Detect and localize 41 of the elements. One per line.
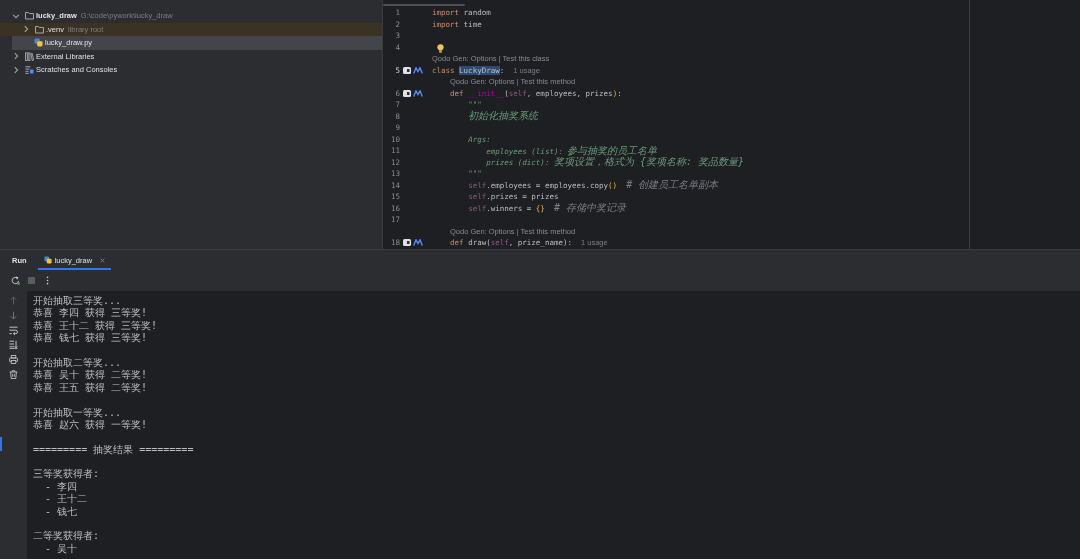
console-line: - 钱七 [44,505,79,519]
bookshelf-icon [25,51,34,61]
zigzag-icon[interactable] [413,89,423,97]
console-line: 开始抽取一等奖... [33,406,123,419]
printer-icon[interactable] [9,355,18,365]
chevron-icon[interactable] [12,65,20,74]
focus-marker [0,437,2,451]
console-line: 开始抽取三等奖... [33,295,123,307]
console-line: 恭喜 钱七 获得 三等奖! [33,332,149,345]
scrollbar-thumb[interactable] [383,4,465,6]
console-line: 恭喜 赵六 获得 一等奖! [33,418,149,432]
chevron-icon[interactable] [12,11,20,20]
chevron-icon[interactable] [22,25,30,34]
rerun-icon[interactable] [11,276,20,285]
zigzag-icon[interactable] [413,66,423,74]
code-line: 初始化抽奖系统 [467,110,539,123]
down-arrow-icon[interactable] [9,310,18,320]
list-icon [25,65,34,75]
card-icon[interactable] [403,239,411,247]
trash-icon[interactable] [9,370,18,379]
zigzag-icon[interactable] [413,239,423,247]
console-line: - 李四 [44,480,79,494]
console-line: 恭喜 吴十 获得 二等奖! [33,369,149,382]
python-icon [43,256,52,264]
console-line: 恭喜 李四 获得 三等奖! [33,307,149,320]
card-icon[interactable] [403,89,411,97]
console-line: 二等奖获得者: [33,530,101,543]
close-icon[interactable] [100,257,106,263]
lightbulb-icon[interactable] [437,44,444,53]
console-line: 开始抽取二等奖... [33,356,123,369]
console-line: ========= 抽奖结果 ========= [33,443,195,457]
console-line: - 吴十 [44,542,79,556]
wrap-icon[interactable] [9,325,18,335]
console-line: 恭喜 王五 获得 二等奖! [33,381,149,395]
scroll-to-end-icon[interactable] [9,340,18,350]
chevron-icon[interactable] [12,52,20,61]
card-icon[interactable] [403,66,411,74]
console-line: 三等奖获得者: [33,468,101,481]
python-icon [34,38,43,48]
console-line: 恭喜 王十二 获得 三等奖! [33,319,159,332]
console-line: - 王十二 [44,493,89,506]
